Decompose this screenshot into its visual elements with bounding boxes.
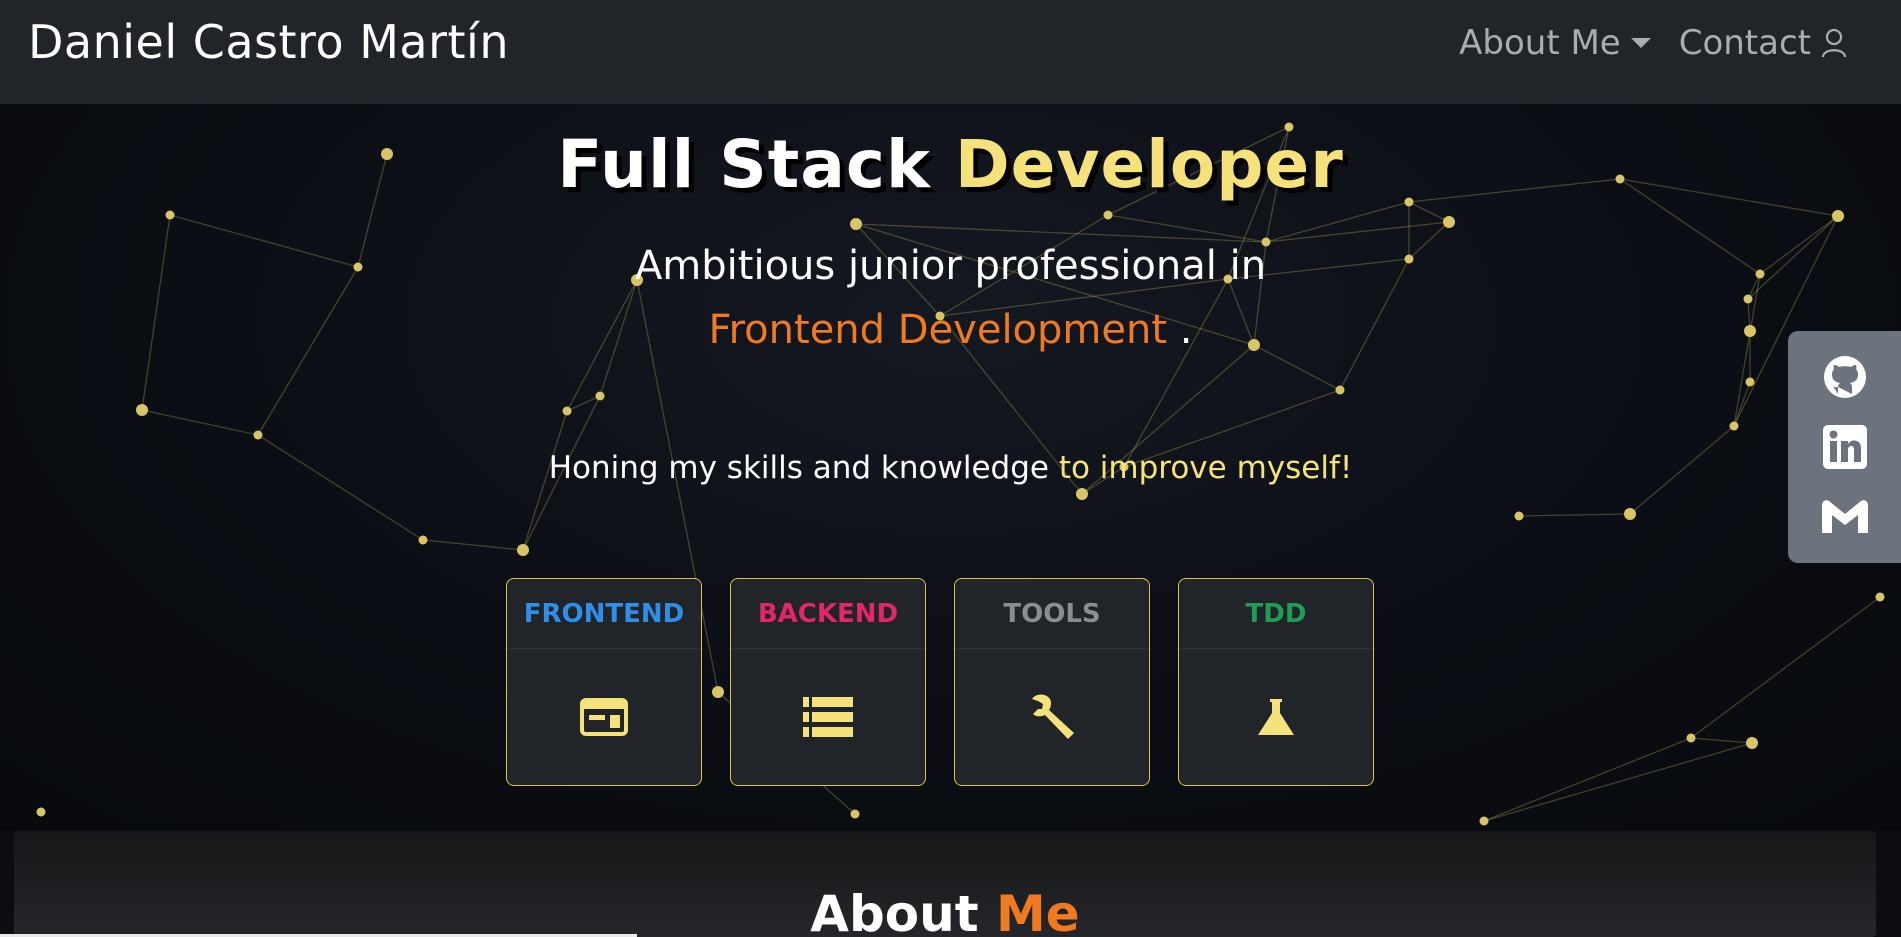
about-me-dropdown[interactable]: About Me: [1459, 23, 1651, 63]
network-node: [36, 807, 46, 817]
network-node: [1103, 210, 1113, 220]
network-node: [1686, 733, 1696, 743]
hero-section: Full Stack Developer Ambitious junior pr…: [0, 104, 1901, 831]
card-backend[interactable]: BACKEND: [730, 578, 926, 786]
network-node: [517, 544, 529, 556]
network-node: [562, 406, 572, 416]
skill-cards: FRONTEND BACKEND TOOLS TDD: [506, 578, 1374, 786]
brand-name[interactable]: Daniel Castro Martín: [28, 15, 509, 69]
network-node: [253, 430, 263, 440]
network-node: [850, 218, 862, 230]
tagline-part1: Honing my skills and knowledge: [548, 450, 1059, 486]
network-node: [1875, 592, 1885, 602]
about-title: About Me: [14, 885, 1876, 937]
card-tools[interactable]: TOOLS: [954, 578, 1150, 786]
network-node: [1745, 377, 1755, 387]
subtitle-end: .: [1167, 307, 1193, 353]
github-icon: [1823, 356, 1866, 398]
flask-icon: [1258, 699, 1294, 735]
linkedin-link[interactable]: [1821, 424, 1869, 470]
github-link[interactable]: [1821, 354, 1869, 400]
card-title: TOOLS: [955, 579, 1149, 649]
network-node: [1624, 508, 1636, 520]
network-node: [595, 391, 605, 401]
navbar: Daniel Castro Martín About Me Contact: [0, 0, 1901, 104]
linkedin-icon: [1822, 425, 1867, 469]
caret-down-icon: [1630, 38, 1651, 48]
hero-subtitle: Ambitious junior professional in Fronten…: [0, 234, 1901, 362]
server-stack-icon: [803, 697, 853, 737]
wrench-icon: [1032, 694, 1074, 739]
network-node: [1479, 816, 1489, 826]
about-title-part2: Me: [996, 885, 1080, 937]
hero-tagline: Honing my skills and knowledge to improv…: [0, 450, 1901, 486]
browser-window-icon: [580, 698, 628, 736]
about-me-label: About Me: [1459, 23, 1621, 63]
hero-title-part2: Developer: [954, 126, 1344, 203]
contact-label: Contact: [1678, 23, 1811, 63]
contact-link[interactable]: Contact: [1679, 23, 1847, 63]
hero-title-part1: Full Stack: [557, 126, 931, 203]
subtitle-line1: Ambitious junior professional in: [634, 243, 1267, 289]
tagline-part2: to improve myself!: [1058, 450, 1353, 486]
network-node: [1076, 488, 1088, 500]
network-node: [1832, 210, 1844, 222]
gmail-link[interactable]: [1821, 494, 1869, 540]
network-node: [1514, 511, 1524, 521]
network-node: [165, 210, 175, 220]
nav-links: About Me Contact: [1459, 23, 1847, 63]
about-title-part1: About: [810, 885, 997, 937]
card-title: FRONTEND: [507, 579, 701, 649]
card-tdd[interactable]: TDD: [1178, 578, 1374, 786]
network-node: [850, 809, 860, 819]
hero-title: Full Stack Developer: [0, 126, 1901, 203]
network-node: [1443, 216, 1455, 228]
about-section: About Me: [14, 831, 1876, 937]
subtitle-highlight: Frontend Development: [708, 307, 1168, 353]
network-node: [1746, 737, 1758, 749]
network-node: [136, 404, 148, 416]
card-frontend[interactable]: FRONTEND: [506, 578, 702, 786]
network-node: [1335, 385, 1345, 395]
gmail-icon: [1821, 500, 1868, 533]
card-title: BACKEND: [731, 579, 925, 649]
network-node: [1729, 421, 1739, 431]
social-links-panel: [1788, 331, 1901, 563]
network-node: [418, 535, 428, 545]
user-icon: [1821, 28, 1847, 58]
card-title: TDD: [1179, 579, 1373, 649]
